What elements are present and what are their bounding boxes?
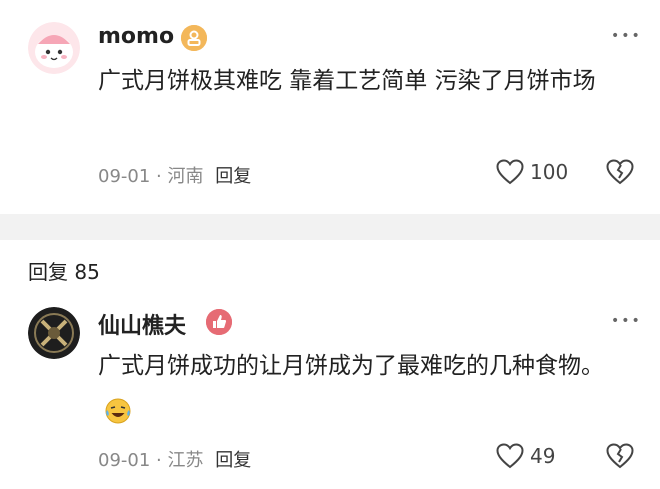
- like-button[interactable]: 100: [496, 159, 568, 185]
- comment-text: 广式月饼成功的让月饼成为了最难吃的几种食物。: [98, 343, 633, 441]
- like-count: 100: [530, 160, 569, 184]
- section-divider: [0, 214, 660, 240]
- heart-icon: [496, 443, 524, 469]
- comment-date: 09-01: [98, 166, 151, 187]
- broken-heart-icon: [606, 159, 634, 185]
- comment-meta: 09-01 · 江苏 回复: [98, 446, 251, 472]
- more-options-icon[interactable]: •••: [611, 28, 642, 44]
- meta-separator: ·: [156, 450, 162, 471]
- like-count: 49: [530, 444, 556, 468]
- laughing-crying-emoji-icon: [104, 395, 132, 441]
- avatar[interactable]: [28, 307, 80, 359]
- comment-item: 仙山樵夫 ••• 广式月饼成功的让月饼成为了最难吃的几种食物。 09-01 · …: [0, 296, 660, 489]
- broken-heart-icon: [606, 443, 634, 469]
- user-badge-icon: [181, 25, 207, 51]
- like-button[interactable]: 49: [496, 443, 555, 469]
- dislike-button[interactable]: [606, 159, 634, 189]
- username[interactable]: 仙山樵夫: [98, 308, 186, 340]
- comment-date: 09-01: [98, 450, 151, 471]
- more-options-icon[interactable]: •••: [611, 313, 642, 329]
- comment-meta: 09-01 · 河南 回复: [98, 162, 251, 188]
- comment-location: 江苏: [167, 450, 204, 471]
- dislike-button[interactable]: [606, 443, 634, 473]
- meta-separator: ·: [156, 166, 162, 187]
- comment-location: 河南: [167, 166, 204, 187]
- username[interactable]: momo: [98, 24, 174, 49]
- reply-button[interactable]: 回复: [215, 450, 251, 471]
- avatar[interactable]: [28, 22, 80, 74]
- heart-icon: [496, 159, 524, 185]
- user-badge-icon: [206, 309, 232, 335]
- comment-text: 广式月饼极其难吃 靠着工艺简单 污染了月饼市场: [98, 68, 596, 94]
- comment-text-content: 广式月饼成功的让月饼成为了最难吃的几种食物。: [98, 353, 604, 379]
- comment-item: momo ••• 广式月饼极其难吃 靠着工艺简单 污染了月饼市场 09-01 ·…: [0, 0, 660, 214]
- replies-header: 回复 85: [28, 260, 100, 284]
- reply-button[interactable]: 回复: [215, 166, 251, 187]
